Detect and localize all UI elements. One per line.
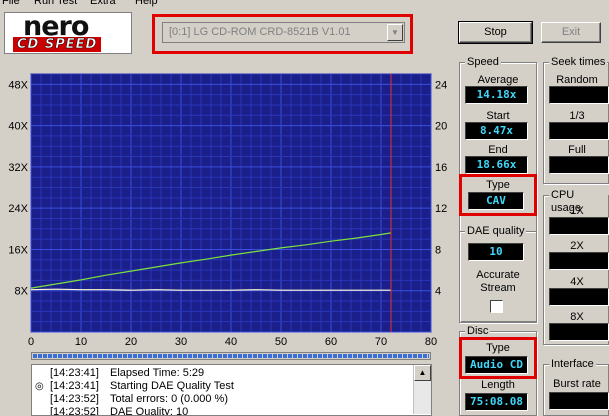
log-row: ◎ [14:23:41] Starting DAE Quality Test [32, 380, 412, 393]
y-left-tick-label: 24X [8, 203, 28, 215]
nero-logo: nero CD SPEED [4, 11, 132, 54]
seek-full-value [549, 156, 609, 174]
drive-select[interactable]: [0:1] LG CD-ROM CRD-8521B V1.01 ▼ [162, 22, 405, 43]
cpu-1x-value [549, 217, 609, 235]
disc-length-value: 75:08.08 [465, 393, 528, 411]
x-tick-label: 40 [225, 336, 237, 348]
y-right-tick-label: 8 [435, 244, 441, 256]
disc-type-label: Type [486, 342, 510, 354]
x-tick-label: 30 [175, 336, 187, 348]
log-message: Elapsed Time: 5:29 [110, 367, 205, 379]
dae-group-title: DAE quality [465, 225, 527, 238]
disc-length-label: Length [481, 379, 515, 391]
x-tick-label: 50 [275, 336, 287, 348]
seek-third-value [549, 122, 609, 140]
cpu-2x-value [549, 252, 609, 270]
logo-subtext: CD SPEED [13, 37, 102, 52]
speed-group-title: Speed [465, 56, 501, 69]
menu-run-test[interactable]: Run Test [34, 0, 77, 8]
x-tick-label: 80 [425, 336, 437, 348]
disc-type-value: Audio CD [465, 356, 528, 374]
cpu-8x-value [549, 323, 609, 341]
scroll-up-icon[interactable]: ▲ [414, 365, 431, 381]
y-left-tick-label: 40X [8, 121, 28, 133]
log-row: [14:23:41] Elapsed Time: 5:29 [32, 367, 412, 380]
accurate-stream-checkbox[interactable] [490, 300, 503, 313]
menu-file[interactable]: File [2, 0, 20, 8]
log-message: Starting DAE Quality Test [110, 380, 234, 392]
y-right-tick-label: 20 [435, 121, 447, 133]
cpu-4x-value [549, 288, 609, 306]
log-message: Total errors: 0 (0.000 %) [110, 393, 228, 405]
log-time: [14:23:41] [50, 367, 99, 379]
exit-button[interactable]: Exit [541, 22, 601, 43]
log-row: [14:23:52] Total errors: 0 (0.000 %) [32, 393, 412, 406]
accurate-label: Accurate [476, 269, 520, 281]
burst-rate-value [549, 392, 609, 410]
start-value: 8.47x [465, 122, 528, 140]
disc-icon: ◎ [35, 381, 44, 392]
log-row: [14:23:52] DAE Quality: 10 [32, 406, 412, 416]
log-time: [14:23:52] [50, 406, 99, 416]
y-left-tick-label: 8X [15, 286, 29, 298]
y-left-tick-label: 16X [8, 244, 28, 256]
stop-button[interactable]: Stop [458, 21, 533, 44]
speed-chart: 0 10 20 30 40 50 60 70 80 8X 16X 24X 32X 40X 48X 4 8 12 16… [8, 73, 447, 348]
speed-type-label: Type [486, 179, 510, 191]
menu-extra[interactable]: Extra [90, 0, 116, 8]
log-time: [14:23:41] [50, 380, 99, 392]
menu-bar: File Run Test Extra Help [0, 0, 609, 8]
burst-rate-label: Burst rate [553, 378, 601, 390]
x-tick-label: 60 [325, 336, 337, 348]
drive-select-value: [0:1] LG CD-ROM CRD-8521B V1.01 [169, 26, 351, 38]
stream-label: Stream [480, 282, 516, 294]
y-right-tick-label: 16 [435, 162, 447, 174]
log-message: DAE Quality: 10 [110, 406, 189, 416]
y-right-tick-label: 24 [435, 79, 447, 91]
log-time: [14:23:52] [50, 393, 99, 405]
y-left-tick-label: 32X [8, 162, 28, 174]
dae-quality-value: 10 [468, 243, 524, 261]
x-tick-label: 20 [125, 336, 137, 348]
log-list: [14:23:41] Elapsed Time: 5:29 ◎ [14:23:41] S… [31, 364, 432, 416]
interface-group-title: Interface [549, 358, 596, 371]
y-left-tick-label: 48X [8, 79, 28, 91]
x-tick-label: 70 [375, 336, 387, 348]
y-right-tick-label: 12 [435, 203, 447, 215]
progress-fill [33, 354, 429, 358]
seek-group-title: Seek times [549, 56, 608, 69]
end-value: 18.66x [465, 156, 528, 174]
x-tick-label: 10 [75, 336, 87, 348]
speed-type-value: CAV [468, 192, 524, 210]
menu-help[interactable]: Help [135, 0, 158, 8]
chevron-down-icon[interactable]: ▼ [387, 24, 403, 41]
log-scrollbar[interactable]: ▲ [413, 365, 431, 414]
y-right-tick-label: 4 [435, 286, 441, 298]
x-tick-label: 0 [28, 336, 34, 348]
progress-bar [31, 352, 431, 360]
average-value: 14.18x [465, 86, 528, 104]
seek-random-value [549, 86, 609, 104]
